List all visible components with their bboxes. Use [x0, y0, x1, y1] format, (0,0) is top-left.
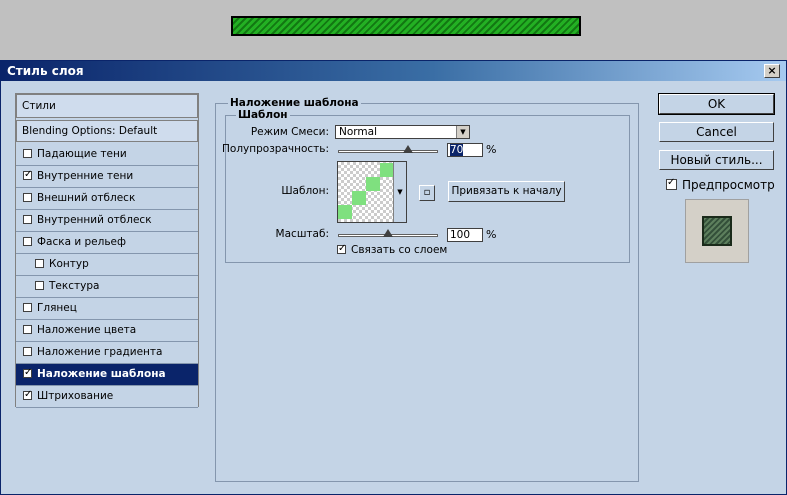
- pattern-label: Шаблон:: [281, 185, 329, 197]
- link-with-layer-label: Связать со слоем: [351, 244, 448, 256]
- style-list-item-label: Наложение шаблона: [37, 368, 166, 380]
- pattern-picker-swatch[interactable]: ▼: [337, 161, 407, 223]
- style-list-item[interactable]: Фаска и рельеф: [16, 232, 198, 254]
- preview-checkbox[interactable]: Предпросмотр: [666, 177, 775, 192]
- pattern-cell: [352, 191, 366, 205]
- style-list-item-label: Контур: [49, 258, 89, 270]
- style-checkbox[interactable]: [23, 302, 32, 312]
- style-checkbox[interactable]: [23, 367, 32, 378]
- style-list-item-label: Внутренние тени: [37, 170, 134, 182]
- cancel-label: Cancel: [696, 125, 737, 139]
- styles-header[interactable]: Стили: [16, 94, 198, 118]
- opacity-slider-thumb[interactable]: [403, 145, 413, 153]
- style-list-item[interactable]: Внешний отблеск: [16, 188, 198, 210]
- style-list-item-label: Падающие тени: [37, 148, 127, 160]
- new-preset-button[interactable]: ▫: [419, 185, 435, 201]
- blend-mode-value: Normal: [339, 126, 377, 138]
- title-bar[interactable]: Стиль слоя ×: [1, 61, 786, 81]
- blend-mode-label: Режим Смеси:: [250, 126, 329, 138]
- new-preset-icon: ▫: [423, 187, 431, 198]
- opacity-unit: %: [486, 143, 497, 156]
- opacity-input[interactable]: 70: [447, 143, 483, 157]
- style-checkbox[interactable]: [23, 148, 32, 158]
- style-list-item-label: Наложение градиента: [37, 346, 163, 358]
- pattern-dropdown-arrow[interactable]: ▼: [393, 162, 406, 222]
- style-list-item-label: Фаска и рельеф: [37, 236, 126, 248]
- dialog-title: Стиль слоя: [7, 64, 84, 78]
- progress-bar: [231, 16, 581, 36]
- style-checkbox[interactable]: [23, 169, 32, 180]
- snap-to-origin-button[interactable]: Привязать к началу: [448, 181, 565, 202]
- blending-options-label: Blending Options: Default: [22, 125, 158, 137]
- scale-slider-thumb[interactable]: [383, 229, 393, 237]
- scale-value: 100: [450, 229, 471, 241]
- snap-to-origin-label: Привязать к началу: [451, 185, 562, 197]
- new-style-label: Новый стиль...: [670, 153, 763, 167]
- preview-swatch: [702, 216, 732, 246]
- pattern-overlay-title: Наложение шаблона: [228, 97, 361, 109]
- scale-unit: %: [486, 228, 497, 241]
- style-list-item[interactable]: Внутренний отблеск: [16, 210, 198, 232]
- opacity-slider-track[interactable]: [338, 150, 438, 153]
- blending-options-item[interactable]: Blending Options: Default: [16, 120, 198, 142]
- style-list-item[interactable]: Наложение шаблона: [16, 364, 198, 386]
- styles-list: Стили Blending Options: Default Падающие…: [15, 93, 199, 408]
- new-style-button[interactable]: Новый стиль...: [659, 150, 774, 170]
- style-preview: [685, 199, 749, 263]
- scale-input[interactable]: 100: [447, 228, 483, 242]
- opacity-value: 70: [450, 144, 464, 156]
- style-checkbox[interactable]: [23, 324, 32, 334]
- blend-mode-select[interactable]: Normal ▼: [335, 125, 470, 139]
- style-checkbox[interactable]: [23, 346, 32, 356]
- pattern-cell: [366, 177, 380, 191]
- style-checkbox[interactable]: [35, 280, 44, 290]
- link-with-layer-check[interactable]: [337, 243, 346, 254]
- style-list-item-label: Наложение цвета: [37, 324, 137, 336]
- cancel-button[interactable]: Cancel: [659, 122, 774, 142]
- style-list-item[interactable]: Падающие тени: [16, 144, 198, 166]
- style-list-item[interactable]: Наложение градиента: [16, 342, 198, 364]
- style-list-item[interactable]: Глянец: [16, 298, 198, 320]
- style-list-item[interactable]: Текстура: [16, 276, 198, 298]
- style-list-item-label: Внешний отблеск: [37, 192, 136, 204]
- chevron-down-icon: ▼: [397, 188, 403, 196]
- layer-style-dialog: Стиль слоя × Стили Blending Options: Def…: [0, 60, 787, 495]
- link-with-layer-checkbox[interactable]: Связать со слоем: [337, 243, 448, 256]
- close-button[interactable]: ×: [764, 64, 780, 78]
- style-list-item-label: Внутренний отблеск: [37, 214, 152, 226]
- style-list-item[interactable]: Контур: [16, 254, 198, 276]
- chevron-down-icon: ▼: [456, 126, 469, 138]
- style-list-item-label: Штрихование: [37, 390, 114, 402]
- pattern-subgroup-title: Шаблон: [236, 109, 290, 121]
- styles-header-label: Стили: [22, 100, 56, 112]
- style-checkbox[interactable]: [35, 258, 44, 268]
- style-checkbox[interactable]: [23, 192, 32, 202]
- style-list-item[interactable]: Наложение цвета: [16, 320, 198, 342]
- preview-label: Предпросмотр: [682, 178, 775, 192]
- style-list-item[interactable]: Штрихование: [16, 386, 198, 408]
- style-list-item-label: Глянец: [37, 302, 77, 314]
- ok-label: OK: [707, 97, 726, 111]
- ok-button[interactable]: OK: [658, 93, 775, 115]
- style-checkbox[interactable]: [23, 214, 32, 224]
- pattern-cell: [338, 205, 352, 219]
- close-icon: ×: [767, 64, 777, 77]
- style-list-item[interactable]: Внутренние тени: [16, 166, 198, 188]
- preview-check[interactable]: [666, 177, 677, 190]
- scale-label: Масштаб:: [275, 228, 329, 240]
- style-checkbox[interactable]: [23, 389, 32, 400]
- style-list-item-label: Текстура: [49, 280, 100, 292]
- opacity-label: Полупрозрачность:: [222, 143, 329, 155]
- style-checkbox[interactable]: [23, 236, 32, 246]
- pattern-cell: [380, 163, 394, 177]
